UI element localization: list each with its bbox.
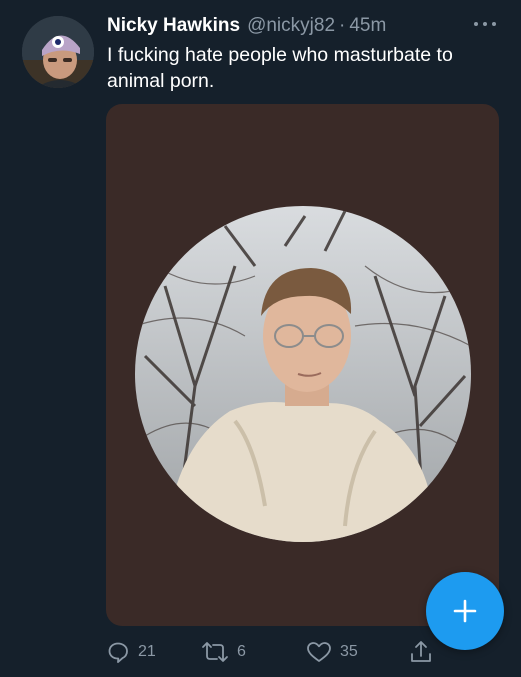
- user-handle[interactable]: @nickyj82: [247, 15, 335, 37]
- like-button[interactable]: 35: [306, 638, 358, 666]
- author-avatar[interactable]: [22, 16, 94, 88]
- retweet-icon: [202, 642, 228, 662]
- plus-icon: [453, 599, 477, 623]
- separator-dot: ·: [339, 15, 346, 36]
- share-icon: [411, 641, 431, 662]
- reply-icon: [108, 642, 128, 663]
- compose-tweet-button[interactable]: [426, 572, 504, 650]
- retweet-button[interactable]: 6: [201, 638, 246, 666]
- tweet-media[interactable]: [106, 104, 499, 626]
- heart-icon: [307, 642, 331, 662]
- more-options-icon[interactable]: [474, 20, 496, 28]
- like-count: 35: [340, 643, 358, 660]
- tweet-text: I fucking hate people who masturbate to …: [107, 44, 453, 92]
- tweet-header: Nicky Hawkins @nickyj82 · 45m: [107, 15, 501, 41]
- tweet[interactable]: Nicky Hawkins @nickyj82 · 45m I fucking …: [0, 0, 521, 677]
- avatar-image: [22, 16, 94, 88]
- reply-count: 21: [138, 643, 156, 660]
- tweet-actions: 21 6 35: [106, 638, 446, 666]
- share-button[interactable]: [409, 638, 433, 666]
- timestamp[interactable]: 45m: [349, 15, 386, 37]
- display-name[interactable]: Nicky Hawkins: [107, 15, 240, 37]
- photo-image: [135, 206, 471, 542]
- media-photo: [135, 206, 471, 542]
- retweet-count: 6: [237, 643, 246, 660]
- reply-button[interactable]: 21: [106, 638, 156, 666]
